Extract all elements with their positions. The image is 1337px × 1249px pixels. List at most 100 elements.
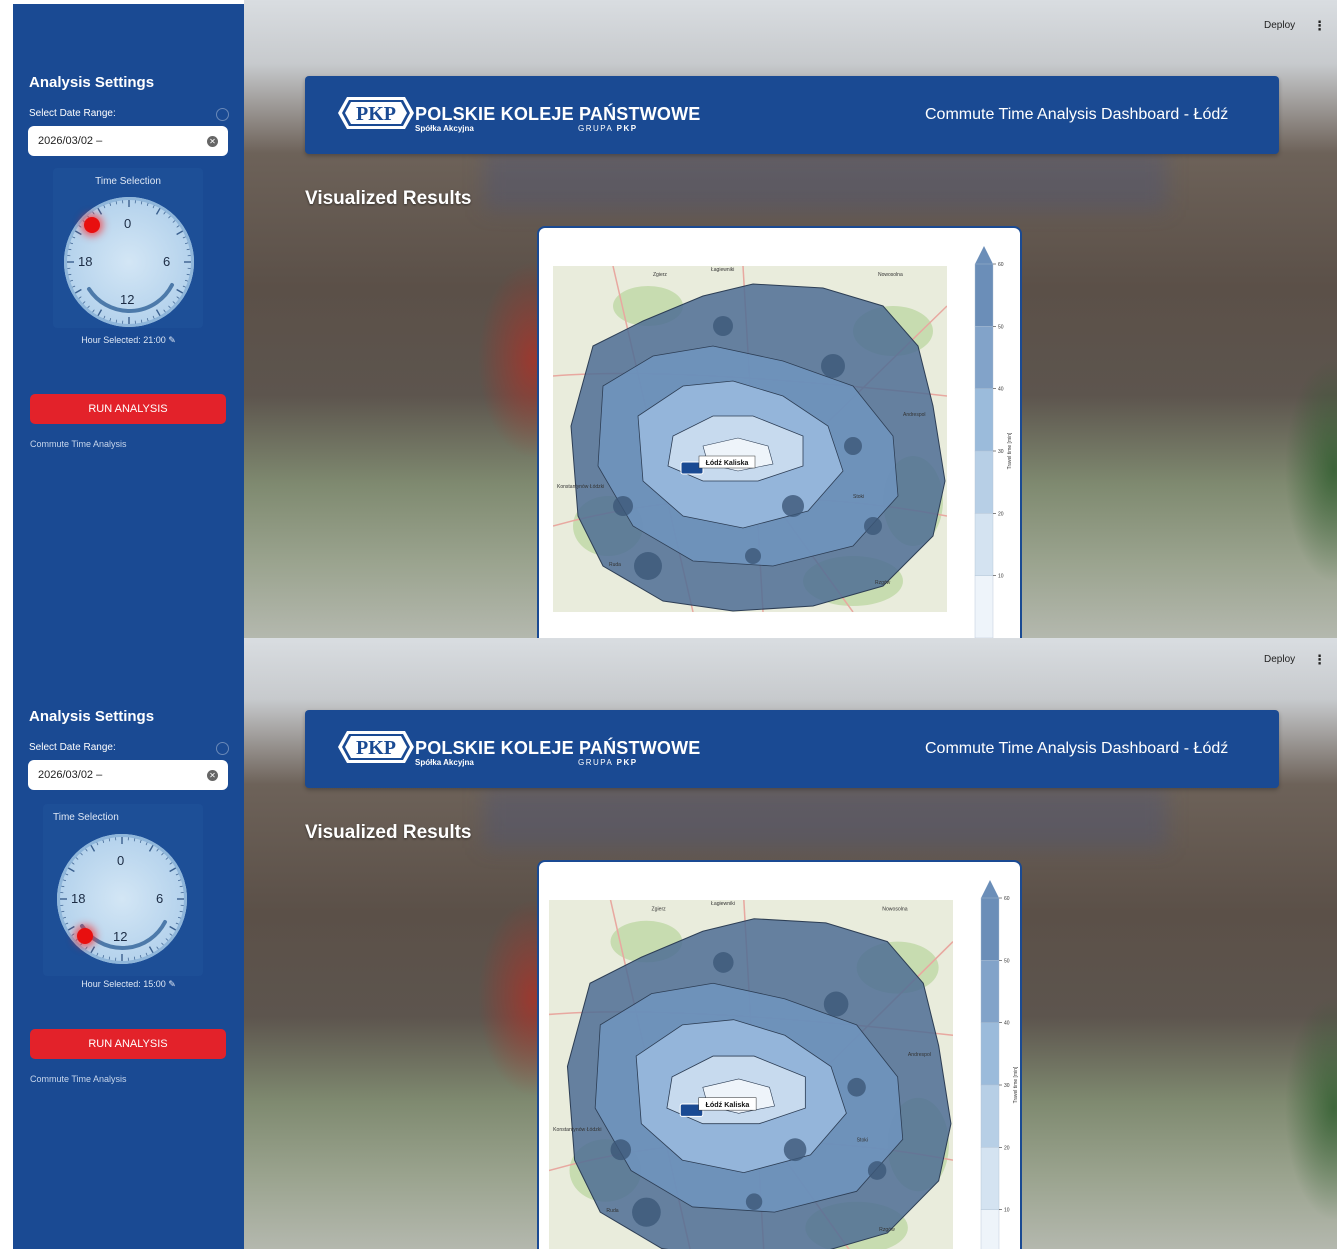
colorbar-tick-label: 60 (998, 262, 1004, 268)
map-place-label: Zgierz (652, 906, 667, 912)
colorbar-segment (974, 326, 994, 389)
grupa-brand: PKP (616, 124, 638, 133)
dashboard-title: Commute Time Analysis Dashboard - Łódź (925, 740, 1229, 757)
header-banner: PKP POLSKIE KOLEJE PAŃSTWOWE Spółka Akcy… (305, 76, 1279, 154)
isochrone-patch (844, 437, 862, 455)
map-place-label: Andrespol (903, 412, 926, 418)
sidebar-title: Analysis Settings (29, 74, 155, 91)
grupa-prefix: GRUPA (578, 124, 613, 133)
colorbar-segment (974, 513, 994, 576)
map-place-label: Konstantynów Łódzki (553, 1127, 601, 1133)
isochrone-patch (613, 496, 633, 516)
date-range-label: Select Date Range: (29, 108, 116, 119)
clock-handle[interactable] (77, 927, 94, 944)
isochrone-patch (864, 517, 882, 535)
hour-selected-text: Hour Selected: 21:00 ✎ (13, 335, 244, 346)
map-place-label: Łagiewniki (711, 267, 734, 273)
colorbar-segment (974, 388, 994, 452)
clock-label-6: 6 (156, 891, 164, 906)
colorbar-segment (980, 1147, 1000, 1210)
map-place-label: Ruda (606, 1208, 618, 1214)
pkp-logo-icon: PKP (338, 97, 414, 129)
clock-label-12: 12 (120, 292, 135, 307)
pkp-logo-text: PKP (356, 737, 396, 759)
clear-icon[interactable]: ✕ (207, 135, 218, 147)
date-range-input[interactable]: 2026/03/02 – ✕ (28, 760, 228, 790)
clock-label-18: 18 (71, 891, 86, 906)
clear-icon[interactable]: ✕ (207, 769, 218, 781)
hour-clock-picker[interactable]: 0 6 12 18 (57, 834, 187, 964)
isochrone-patch (745, 548, 761, 564)
colorbar-tick-label: 20 (1004, 1145, 1010, 1151)
deploy-button[interactable]: Deploy (1264, 654, 1295, 665)
sidebar: Analysis Settings Select Date Range: 202… (13, 4, 244, 638)
screenshot-state-1: Analysis Settings Select Date Range: 202… (0, 0, 1337, 638)
map-place-label: Zgierz (653, 272, 667, 278)
result-card: Łódź Kaliska Zgierz Łagiewniki Nowosolna And… (537, 226, 1022, 638)
map-place-label: Andrespol (908, 1052, 931, 1058)
colorbar-label: Travel time [min] (1007, 432, 1013, 469)
section-title: Visualized Results (305, 188, 472, 209)
isochrone-patch (823, 991, 849, 1017)
colorbar-tick-label: 30 (1004, 1083, 1010, 1089)
date-range-input[interactable]: 2026/03/02 – ✕ (28, 126, 228, 156)
isochrone-patch (745, 1193, 763, 1211)
run-analysis-button[interactable]: RUN ANALYSIS (30, 1029, 226, 1059)
edit-pencil-icon[interactable]: ✎ (168, 335, 176, 345)
map-place-label: Nowosolna (878, 272, 903, 278)
grupa-pkp: GRUPA PKP (578, 124, 638, 133)
deploy-button[interactable]: Deploy (1264, 20, 1295, 31)
pkp-logo-text: PKP (356, 103, 396, 125)
more-vertical-icon[interactable]: ⋮ (1313, 18, 1326, 34)
help-icon[interactable] (216, 108, 229, 121)
map-place-label: Nowosolna (882, 906, 907, 912)
commute-time-analysis-link[interactable]: Commute Time Analysis (30, 1074, 127, 1084)
edit-pencil-icon[interactable]: ✎ (168, 979, 176, 989)
commute-time-analysis-link[interactable]: Commute Time Analysis (30, 439, 127, 449)
isochrone-patch (713, 316, 733, 336)
colorbar-arrow (975, 246, 993, 264)
isochrone-patch (634, 552, 662, 580)
map-place-label: Łagiewniki (711, 901, 735, 907)
date-range-label: Select Date Range: (29, 742, 116, 753)
colorbar-tick-label: 30 (998, 449, 1004, 455)
colorbar-segment (980, 1022, 1000, 1086)
time-selection-label: Time Selection (95, 176, 161, 187)
grupa-brand: PKP (616, 758, 638, 767)
map-place-label: Ruda (609, 562, 621, 568)
station-label: Łódź Kaliska (706, 460, 749, 467)
isochrone-patch (821, 354, 845, 378)
colorbar-segment (980, 960, 1000, 1023)
clock-label-18: 18 (78, 254, 93, 269)
header-banner: PKP POLSKIE KOLEJE PAŃSTWOWE Spółka Akcy… (305, 710, 1279, 788)
isochrone-patch (713, 952, 734, 973)
help-icon[interactable] (216, 742, 229, 755)
clock-label-0: 0 (117, 853, 125, 868)
more-vertical-icon[interactable]: ⋮ (1313, 652, 1326, 668)
hour-clock-picker[interactable]: 0 6 12 18 (64, 197, 194, 327)
sidebar-title: Analysis Settings (29, 708, 155, 725)
hour-selected-value: Hour Selected: 15:00 (81, 979, 166, 989)
isochrone-patch (867, 1161, 887, 1180)
clock-label-6: 6 (163, 254, 171, 269)
colorbar-segment (974, 450, 994, 514)
sidebar: Analysis Settings Select Date Range: 202… (13, 638, 244, 1249)
map-place-label: Rzgów (879, 1227, 895, 1233)
clock-label-0: 0 (124, 216, 132, 231)
isochrone-patch (783, 1138, 807, 1162)
colorbar-segment (980, 897, 1000, 961)
colorbar-tick-label: 40 (1004, 1021, 1010, 1027)
date-range-value: 2026/03/02 – (38, 769, 103, 781)
hour-selected-text: Hour Selected: 15:00 ✎ (13, 979, 244, 990)
colorbar-tick-label: 10 (1004, 1208, 1010, 1214)
travel-time-colorbar: 60 50 40 30 20 10 Travel time [min] (974, 246, 1013, 638)
date-range-value: 2026/03/02 – (38, 135, 103, 147)
run-analysis-button[interactable]: RUN ANALYSIS (30, 394, 226, 424)
company-subtitle: Spółka Akcyjna (415, 124, 474, 133)
isochrone-patch (632, 1197, 661, 1227)
screenshot-state-2: Analysis Settings Select Date Range: 202… (0, 638, 1337, 1249)
company-name: POLSKIE KOLEJE PAŃSTWOWE (415, 738, 701, 758)
time-selection-label: Time Selection (53, 812, 119, 823)
map-place-label: Konstantynów Łódzki (557, 484, 604, 490)
map-place-label: Stoki (853, 494, 864, 500)
